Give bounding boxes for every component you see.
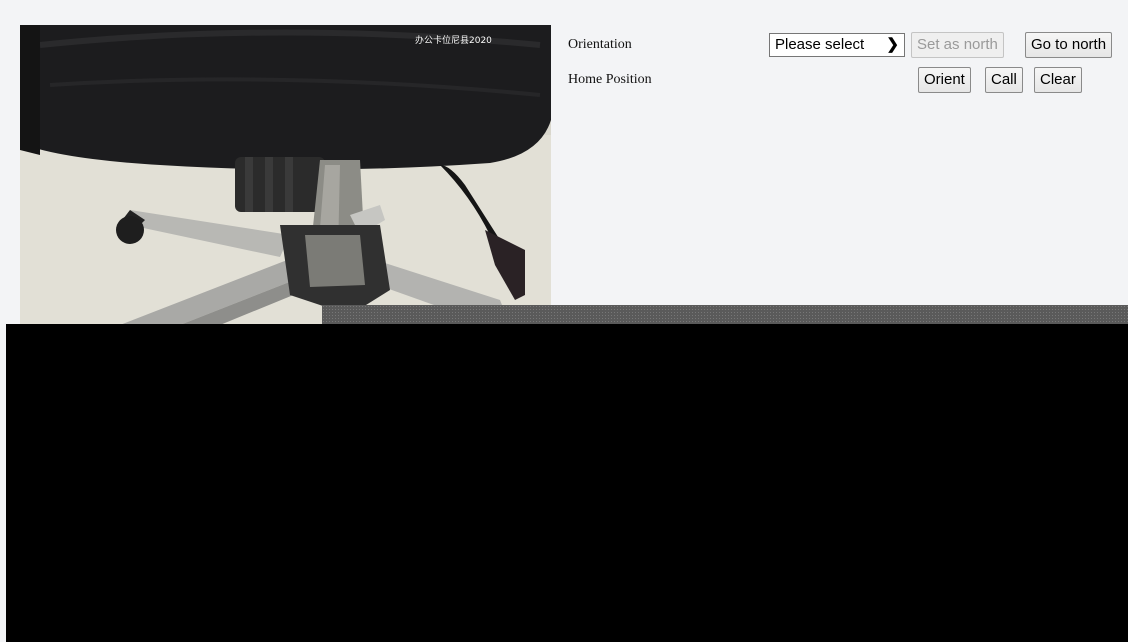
video-osd-text: 办公卡位尼县2020 — [415, 36, 492, 46]
chevron-down-icon: ❯ — [886, 36, 899, 53]
video-preview[interactable]: 办公卡位尼县2020 — [20, 25, 551, 325]
orientation-select-value: Please select — [775, 36, 865, 53]
orientation-label: Orientation — [568, 37, 632, 52]
dotted-divider — [322, 305, 1128, 324]
set-as-north-button[interactable]: Set as north — [911, 32, 1004, 58]
orientation-row: Orientation Please select ❯ Set as north… — [568, 32, 1128, 58]
black-panel — [6, 324, 1128, 642]
clear-button[interactable]: Clear — [1034, 67, 1082, 93]
call-button[interactable]: Call — [985, 67, 1023, 93]
go-to-north-button[interactable]: Go to north — [1025, 32, 1113, 58]
orient-button[interactable]: Orient — [918, 67, 971, 93]
home-position-row: Home Position Orient Call Clear — [568, 67, 1128, 93]
home-position-label: Home Position — [568, 72, 652, 87]
orientation-select[interactable]: Please select ❯ — [769, 33, 905, 57]
camera-image — [20, 25, 551, 325]
